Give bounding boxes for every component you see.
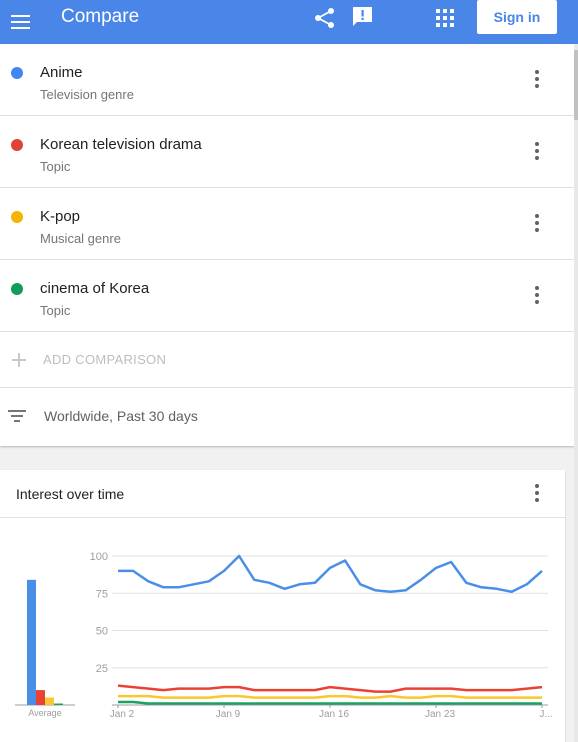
term-type: Topic	[40, 303, 71, 318]
filter-text: Worldwide, Past 30 days	[44, 408, 198, 424]
term-color-dot	[11, 67, 23, 79]
term-color-dot	[11, 139, 23, 151]
add-comparison-label: ADD COMPARISON	[43, 352, 167, 367]
term-name: K-pop	[40, 208, 81, 225]
add-icon	[12, 353, 26, 367]
y-tick-label: 25	[96, 663, 108, 675]
term-color-dot	[11, 211, 23, 223]
term-name: Korean television drama	[40, 136, 202, 153]
more-vert-icon[interactable]	[527, 140, 547, 166]
average-bar	[45, 697, 54, 705]
y-tick-label: 100	[90, 551, 108, 563]
term-row-korean-drama[interactable]: Korean television drama Topic	[0, 116, 574, 188]
term-name: cinema of Korea	[40, 280, 150, 297]
more-vert-icon[interactable]	[527, 68, 547, 94]
term-type: Musical genre	[40, 231, 121, 246]
apps-icon[interactable]	[434, 7, 456, 29]
more-vert-icon[interactable]	[527, 284, 547, 310]
x-tick-label: Jan 2	[110, 709, 135, 720]
app-bar: Compare Sign in	[0, 0, 578, 44]
more-vert-icon[interactable]	[527, 212, 547, 238]
series-line	[118, 554, 543, 594]
term-row-cinema-of-korea[interactable]: cinema of Korea Topic	[0, 260, 574, 332]
series-line	[117, 684, 543, 693]
interest-over-time-card: Interest over time 100 75 50 25 Jan 2 Jan 9 Ja…	[0, 470, 565, 742]
average-label: Average	[28, 708, 61, 718]
term-color-dot	[11, 283, 23, 295]
term-name: Anime	[40, 64, 83, 81]
average-bar	[36, 690, 45, 705]
average-bar	[54, 703, 63, 705]
x-tick-label: Jan 16	[319, 709, 349, 720]
filter-row[interactable]: Worldwide, Past 30 days	[0, 388, 574, 445]
interest-chart: 100 75 50 25 Jan 2 Jan 9 Jan 16 Jan 23 J... Avera…	[15, 551, 553, 720]
average-bar	[27, 579, 36, 705]
term-type: Television genre	[40, 87, 134, 102]
menu-icon[interactable]	[8, 8, 36, 36]
page-title: Compare	[61, 6, 140, 27]
feedback-icon[interactable]	[350, 5, 376, 31]
scrollbar-thumb[interactable]	[574, 50, 578, 120]
add-comparison-button[interactable]: ADD COMPARISON	[0, 332, 574, 388]
x-tick-label: J...	[539, 709, 552, 720]
x-tick-label: Jan 23	[425, 709, 455, 720]
y-tick-label: 75	[96, 588, 108, 600]
term-row-anime[interactable]: Anime Television genre	[0, 44, 574, 116]
x-tick-label: Jan 9	[216, 709, 241, 720]
term-row-kpop[interactable]: K-pop Musical genre	[0, 188, 574, 260]
y-tick-label: 50	[96, 626, 108, 638]
page-scrollbar[interactable]	[574, 44, 578, 742]
share-icon[interactable]	[312, 6, 338, 32]
sign-in-button[interactable]: Sign in	[477, 0, 557, 34]
term-type: Topic	[40, 159, 71, 174]
filter-icon	[8, 408, 28, 424]
series-line	[118, 700, 542, 705]
comparison-terms-card: Anime Television genre Korean television…	[0, 44, 574, 446]
series-line	[118, 694, 542, 699]
